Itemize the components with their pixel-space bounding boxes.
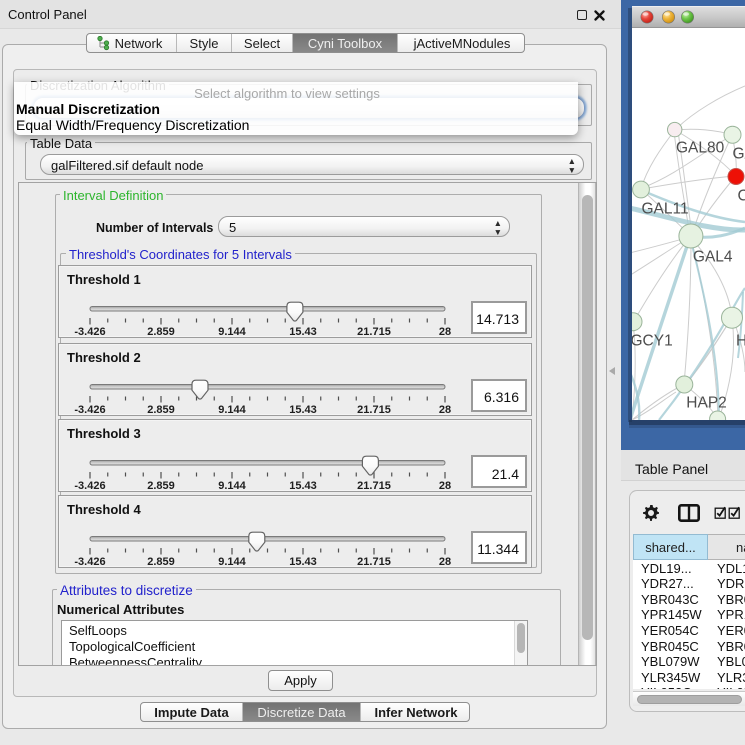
svg-text:H: H [736,333,745,350]
svg-text:-3.426: -3.426 [74,480,105,492]
svg-text:GAL4: GAL4 [693,249,733,266]
svg-text:C: C [738,188,745,205]
svg-text:9.144: 9.144 [218,404,246,416]
svg-text:HAP2: HAP2 [686,395,727,412]
svg-text:GAL80: GAL80 [676,140,725,157]
svg-text:28: 28 [439,326,451,338]
svg-text:GAL11: GAL11 [642,201,689,218]
svg-text:-3.426: -3.426 [74,556,105,568]
svg-text:2.859: 2.859 [147,404,175,416]
svg-text:9.144: 9.144 [218,480,246,492]
svg-text:15.43: 15.43 [289,480,317,492]
svg-text:28: 28 [439,556,451,568]
svg-text:2.859: 2.859 [147,556,175,568]
svg-text:15.43: 15.43 [289,556,317,568]
svg-text:2.859: 2.859 [147,480,175,492]
svg-text:21.715: 21.715 [357,404,391,416]
svg-text:21.715: 21.715 [357,556,391,568]
svg-text:21.715: 21.715 [357,326,391,338]
svg-text:9.144: 9.144 [218,556,246,568]
svg-text:GCY1: GCY1 [631,333,673,350]
svg-text:9.144: 9.144 [218,326,246,338]
svg-text:28: 28 [439,404,451,416]
svg-text:15.43: 15.43 [289,404,317,416]
svg-text:-3.426: -3.426 [74,404,105,416]
svg-text:-3.426: -3.426 [74,326,105,338]
svg-text:2.859: 2.859 [147,326,175,338]
svg-text:15.43: 15.43 [289,326,317,338]
svg-text:28: 28 [439,480,451,492]
svg-text:21.715: 21.715 [357,480,391,492]
svg-text:GA: GA [733,146,745,163]
